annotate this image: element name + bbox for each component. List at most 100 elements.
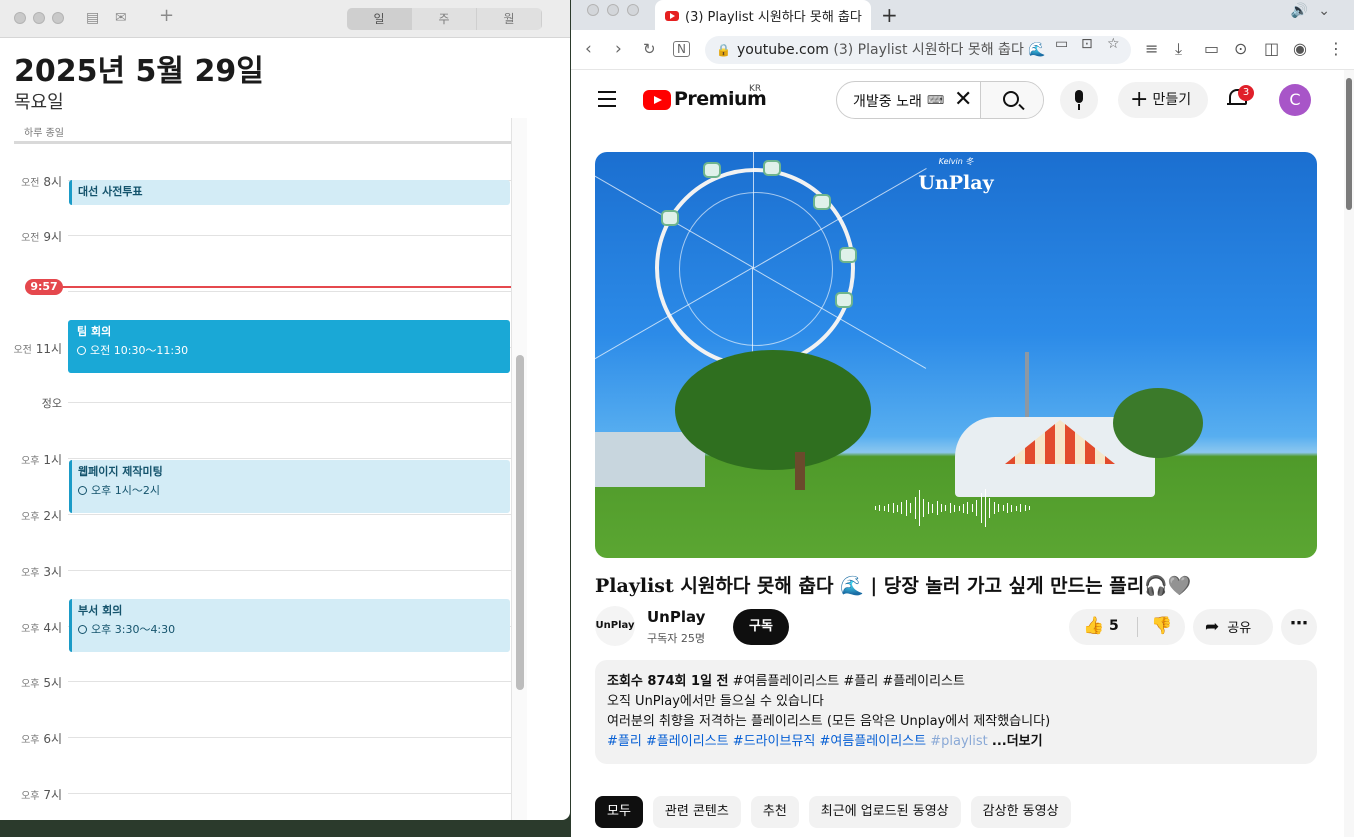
event-department-meeting[interactable]: 부서 회의 오후 3:30～4:30 (69, 599, 510, 652)
search-input[interactable]: 개발중 노래 (853, 91, 927, 111)
hour-label: 오후 5시 (21, 676, 62, 690)
chip-recently-uploaded[interactable]: 최근에 업로드된 동영상 (808, 796, 961, 828)
inbox-icon[interactable]: ✉ (115, 10, 127, 26)
waveform-bar (919, 490, 920, 526)
voice-search-mic-icon[interactable] (1060, 81, 1098, 119)
event-time: 오후 1시～2시 (91, 484, 160, 497)
view-tab-month[interactable]: 월 (477, 8, 542, 30)
create-button[interactable]: + 만들기 (1118, 82, 1208, 118)
chip-watched[interactable]: 감상한 동영상 (970, 796, 1071, 828)
youtube-favicon-icon (665, 11, 679, 21)
reading-list-icon[interactable]: ≡ (1145, 39, 1158, 58)
channel-avatar[interactable]: UnPlay (595, 606, 635, 646)
current-time-badge: 9:57 (25, 279, 63, 295)
chip-related[interactable]: 관련 콘텐츠 (652, 796, 741, 828)
chip-all[interactable]: 모두 (595, 796, 643, 828)
zoom-window-button[interactable] (52, 12, 64, 24)
video-description[interactable]: 조회수 874회 1일 전 #여름플레이리스트 #플리 #플레이리스트 오직 U… (595, 660, 1317, 764)
reload-icon[interactable]: ↻ (643, 40, 656, 58)
back-icon[interactable]: ‹ (585, 39, 592, 59)
more-actions-icon[interactable]: ⋯ (1281, 609, 1317, 645)
dislike-thumb-icon[interactable]: 👎 (1151, 616, 1172, 636)
cast-icon[interactable]: ▭ (1055, 36, 1068, 52)
profile-icon[interactable]: ◉ (1293, 39, 1307, 58)
add-event-icon[interactable]: + (159, 7, 174, 25)
page-scrollbar[interactable] (1344, 70, 1354, 837)
description-hashtags[interactable]: #플리 #플레이리스트 #드라이브뮤직 #여름플레이리스트 (607, 734, 926, 749)
install-app-icon[interactable]: ⊡ (1081, 36, 1093, 52)
ferris-wheel-gondola (661, 210, 679, 226)
video-player[interactable]: Kelvin 冬 UnPlay (595, 152, 1317, 558)
waveform-bar (998, 504, 1000, 512)
show-more-link[interactable]: ...더보기 (992, 734, 1043, 749)
waveform-bar (883, 505, 885, 511)
url-page-title: (3) Playlist 시원하다 못해 춥다 🌊 (833, 42, 1046, 58)
waveform-bar (1011, 504, 1013, 512)
view-tab-day[interactable]: 일 (347, 8, 412, 30)
minimize-window-button[interactable] (33, 12, 45, 24)
subscribe-button[interactable]: 구독 (733, 609, 789, 645)
extension-n-icon[interactable]: N (673, 41, 690, 57)
tab-list-chevron-icon[interactable]: ⌄ (1318, 3, 1340, 19)
screenshot-icon[interactable]: ⊙ (1234, 39, 1247, 58)
close-window-button[interactable] (587, 4, 599, 16)
waveform-bar (949, 503, 951, 513)
clear-search-icon[interactable]: ✕ (954, 87, 972, 112)
browser-tab-youtube[interactable]: (3) Playlist 시원하다 못해 춥다 (655, 0, 871, 30)
clock-icon (78, 625, 87, 634)
download-icon[interactable]: ⤓ (1175, 39, 1182, 59)
search-button[interactable] (980, 82, 1043, 118)
like-thumb-icon[interactable]: 👍 (1083, 616, 1104, 636)
event-team-meeting[interactable]: 팀 회의 오전 10:30～11:30 (68, 320, 510, 373)
waveform-bar (993, 502, 995, 514)
waveform-bar (879, 505, 881, 511)
hour-label: 오후 6시 (21, 732, 62, 746)
url-host: youtube.com (737, 42, 829, 58)
hour-line (68, 570, 511, 571)
split-view-icon[interactable]: ◫ (1264, 39, 1279, 58)
event-title: 부서 회의 (78, 604, 123, 617)
hour-line (68, 737, 511, 738)
meta-hashtags[interactable]: #여름플레이리스트 #플리 #플레이리스트 (733, 674, 965, 689)
channel-name[interactable]: UnPlay (647, 608, 705, 626)
share-arrow-icon: ➦ (1205, 617, 1220, 637)
keyboard-icon[interactable]: ⌨ (927, 93, 944, 107)
tree-trunk (795, 452, 805, 490)
event-early-vote[interactable]: 대선 사전투표 (69, 180, 510, 205)
waveform-bar (941, 504, 942, 512)
site-info-icon[interactable]: 🔒 (716, 36, 731, 64)
current-time-line (62, 286, 512, 288)
waveform-bar (963, 503, 964, 513)
description-line: 오직 UnPlay에서만 들으실 수 있습니다 (607, 694, 824, 709)
new-tab-button[interactable]: + (881, 3, 898, 27)
calendar-date-title: 2025년 5월 29일 (14, 54, 264, 89)
account-avatar[interactable]: C (1279, 84, 1311, 116)
video-camera-icon[interactable]: ▭ (1204, 39, 1219, 58)
minimize-window-button[interactable] (607, 4, 619, 16)
search-box: 개발중 노래 ⌨ ✕ (836, 81, 1044, 119)
calendar-window: ▤ ✉ + 일 주 월 2025년 5월 29일 목요일 하루 종일 오전 8시… (0, 0, 570, 820)
event-webpage-meeting[interactable]: 웹페이지 제작미팅 오후 1시～2시 (69, 460, 510, 513)
calendar-scrollbar-thumb[interactable] (516, 355, 524, 690)
hamburger-menu-icon[interactable] (598, 91, 616, 112)
description-hashtag-faded[interactable]: #playlist (930, 734, 988, 749)
view-tab-week[interactable]: 주 (412, 8, 477, 30)
share-button[interactable]: ➦ 공유 (1193, 609, 1273, 645)
calendar-toolbar: ▤ ✉ + 일 주 월 (0, 0, 570, 38)
like-divider (1137, 617, 1138, 637)
calendar-list-icon[interactable]: ▤ (86, 10, 99, 26)
hour-line (68, 458, 511, 459)
ferris-wheel-gondola (839, 247, 857, 263)
browser-window: (3) Playlist 시원하다 못해 춥다 + 🔊⌄ ‹ › ↻ N 🔒 y… (571, 0, 1354, 837)
forward-icon[interactable]: › (615, 39, 622, 59)
speaker-icon[interactable]: 🔊 (1291, 3, 1318, 19)
menu-kebab-icon[interactable]: ⋮ (1328, 39, 1344, 58)
page-scrollbar-thumb[interactable] (1346, 78, 1352, 210)
waveform-bar (958, 505, 960, 511)
waveform-bar (910, 503, 912, 513)
close-window-button[interactable] (14, 12, 26, 24)
bookmark-star-icon[interactable]: ☆ (1107, 36, 1120, 52)
zoom-window-button[interactable] (627, 4, 639, 16)
waveform-bar (892, 503, 894, 513)
chip-recommended[interactable]: 추천 (750, 796, 799, 828)
